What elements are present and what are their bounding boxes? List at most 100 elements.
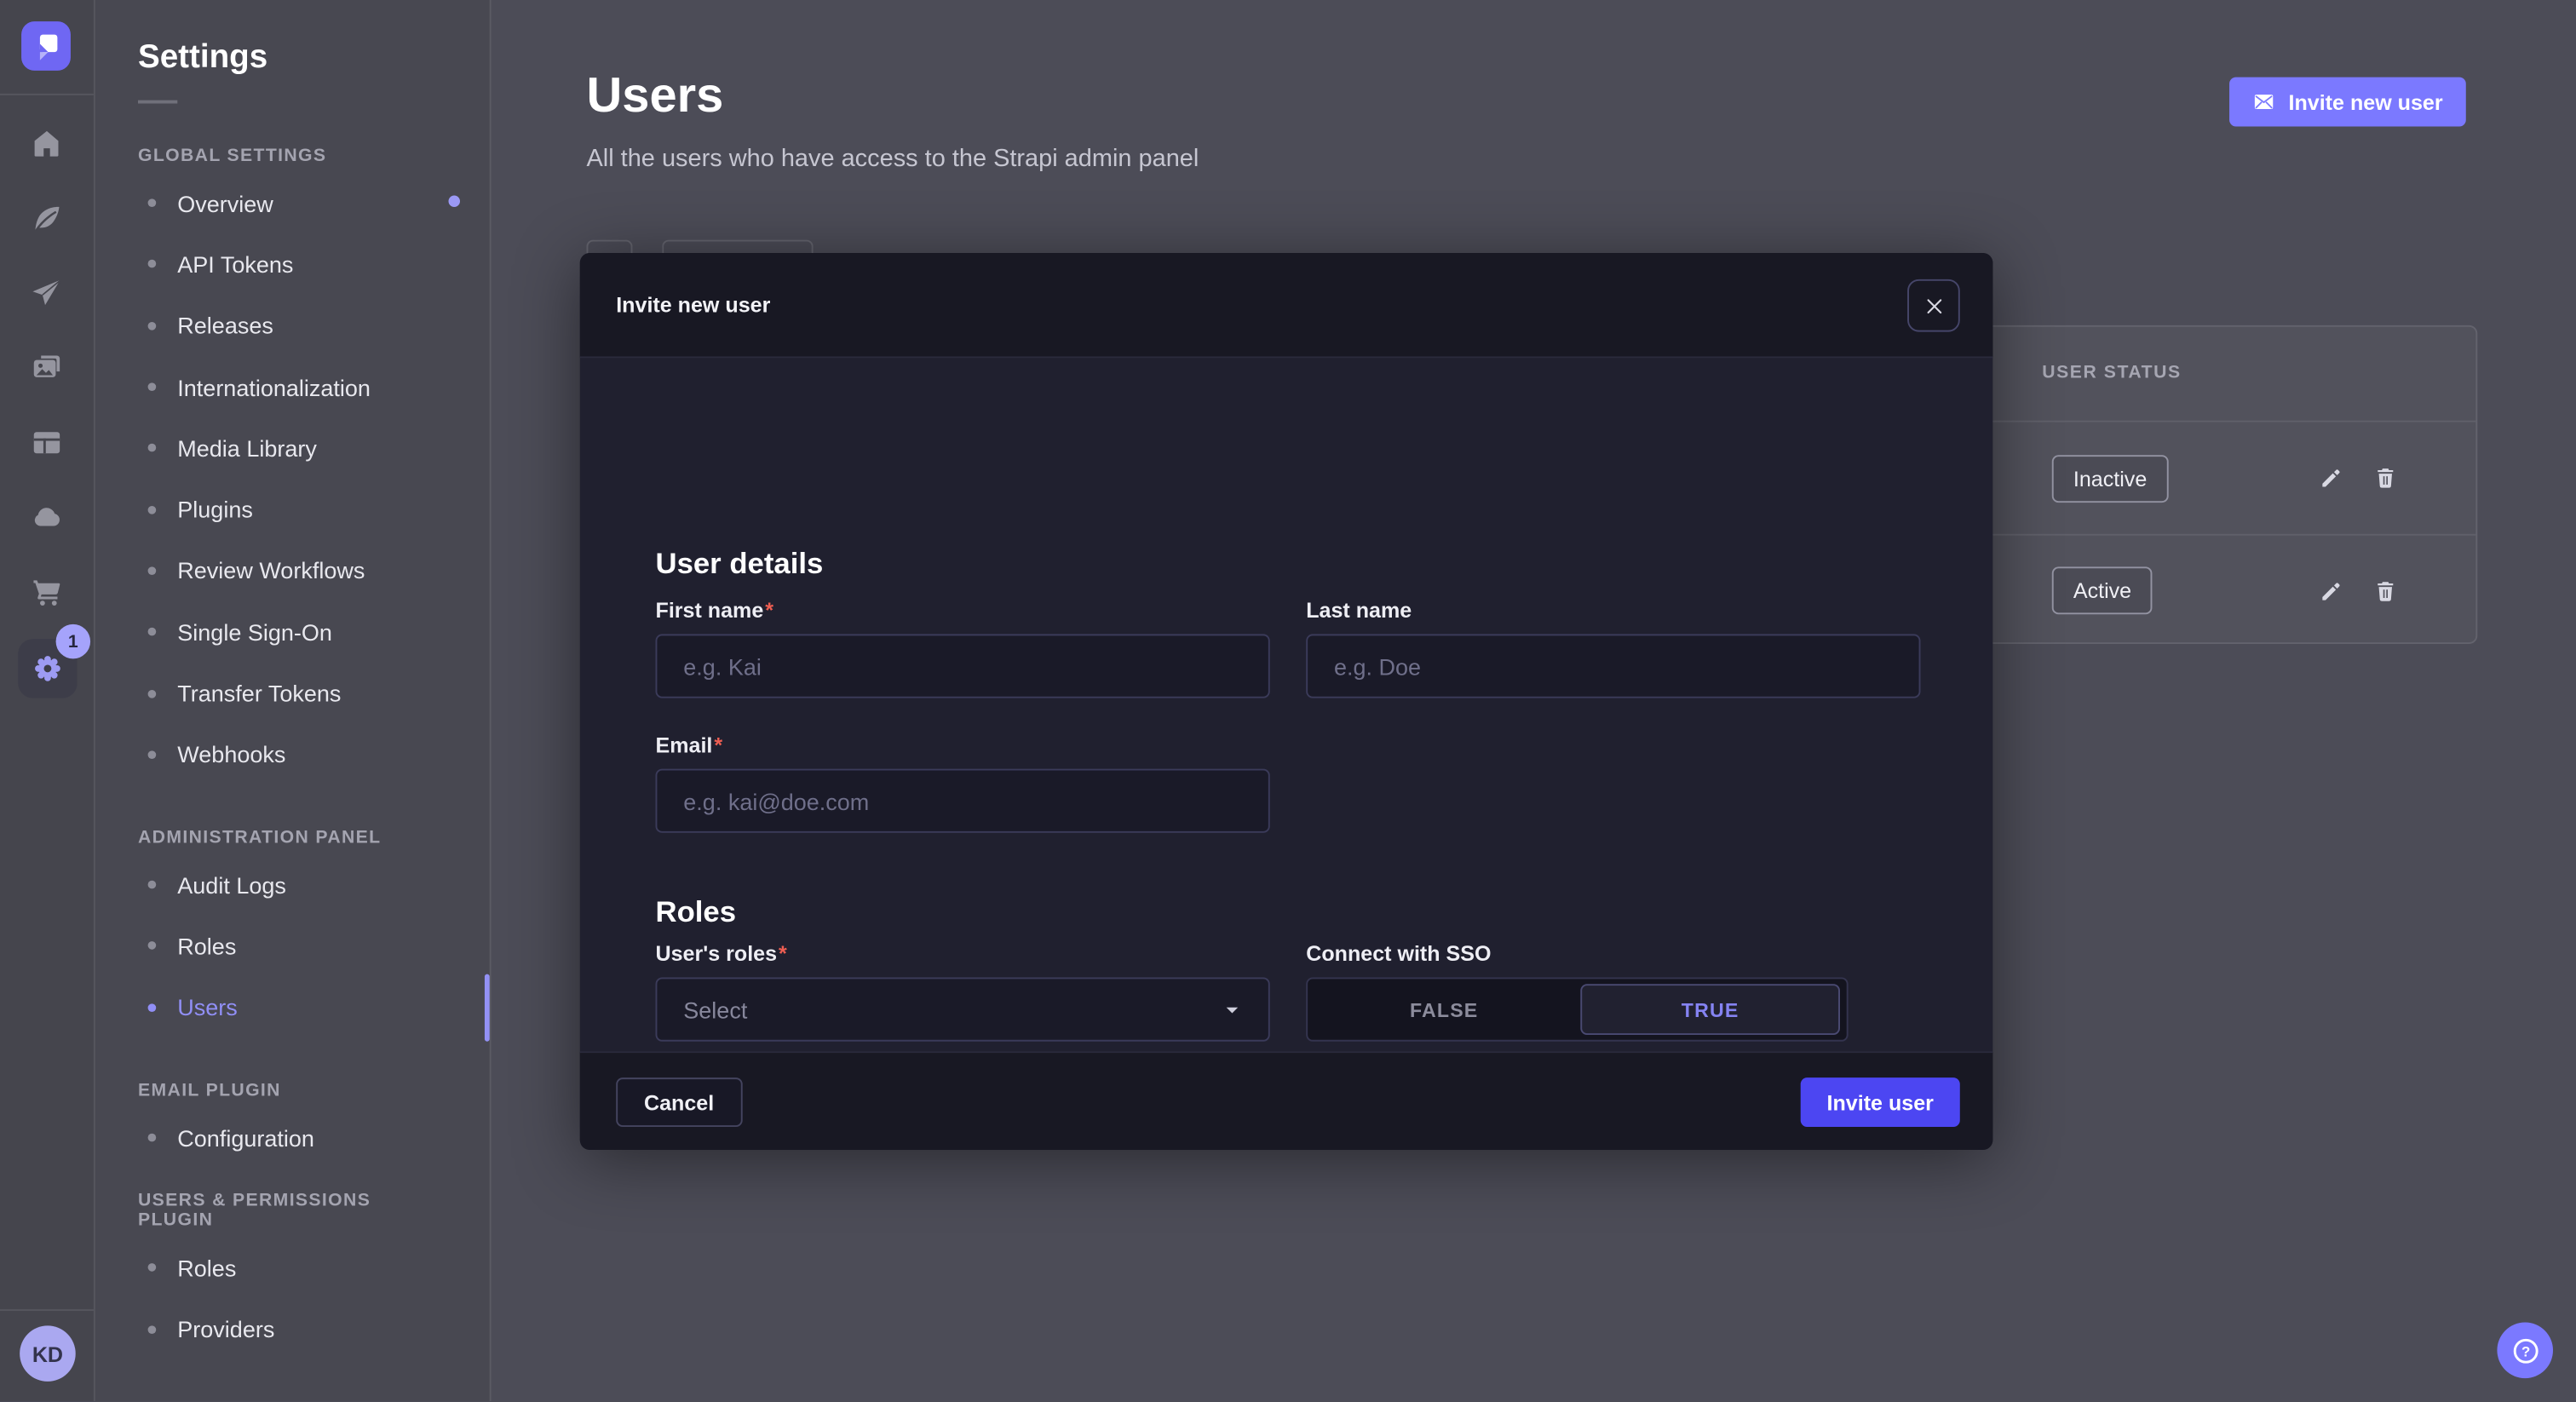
strapi-logo[interactable]	[21, 21, 71, 71]
sidebar-item-label: Review Workflows	[177, 558, 365, 584]
pencil-icon	[2318, 577, 2344, 604]
sidebar-item-media-library[interactable]: Media Library	[138, 417, 450, 479]
sidebar-item-label: Internationalization	[177, 374, 371, 400]
notification-dot	[448, 195, 460, 206]
mail-icon	[2252, 90, 2275, 113]
sidebar-title: Settings	[138, 39, 450, 77]
strapi-admin: 1 KD Settings GLOBAL SETTINGSOverviewAPI…	[0, 0, 2576, 1402]
page-title: Users	[586, 69, 723, 125]
sidebar-item-plugins[interactable]: Plugins	[138, 479, 450, 540]
sidebar-item-overview[interactable]: Overview	[138, 172, 450, 233]
sso-toggle: FALSE TRUE	[1306, 977, 1848, 1041]
nav-section-header: ADMINISTRATION PANEL	[138, 805, 450, 854]
roles-select[interactable]: Select	[655, 977, 1269, 1041]
edit-button[interactable]	[2318, 465, 2344, 491]
column-header-user-status: USER STATUS	[2042, 363, 2182, 382]
invite-user-submit-button[interactable]: Invite user	[1801, 1077, 1960, 1127]
sso-option-true[interactable]: TRUE	[1580, 984, 1840, 1035]
modal-footer: Cancel Invite user	[580, 1051, 1993, 1150]
bullet-icon	[148, 689, 157, 698]
sidebar-item-label: Audit Logs	[177, 871, 286, 898]
page-subtitle: All the users who have access to the Str…	[586, 145, 1199, 173]
nav-rail: 1 KD	[0, 0, 95, 1402]
invite-new-user-label: Invite new user	[2288, 89, 2442, 114]
trash-icon	[2372, 577, 2399, 604]
email-field[interactable]	[655, 769, 1269, 833]
invite-new-user-button[interactable]: Invite new user	[2229, 78, 2466, 127]
bullet-icon	[148, 566, 157, 575]
media-icon	[30, 350, 64, 384]
help-button[interactable]: ?	[2497, 1322, 2553, 1378]
delete-button[interactable]	[2372, 465, 2399, 491]
feather-icon	[30, 201, 64, 235]
rail-button-home[interactable]	[0, 106, 94, 181]
rail-button-send[interactable]	[0, 256, 94, 330]
sidebar-item-roles[interactable]: Roles	[138, 1238, 450, 1299]
users-roles-label: User's roles*	[655, 941, 786, 966]
first-name-field[interactable]	[655, 634, 1269, 698]
modal-title: Invite new user	[616, 292, 770, 317]
nav-section-header: USERS & PERMISSIONS PLUGIN	[138, 1188, 450, 1238]
sidebar-item-transfer-tokens[interactable]: Transfer Tokens	[138, 663, 450, 724]
sidebar-item-label: Configuration	[177, 1124, 314, 1151]
gear-icon	[30, 651, 66, 687]
edit-button[interactable]	[2318, 577, 2344, 604]
sidebar-item-label: Releases	[177, 313, 273, 339]
sidebar-item-label: Single Sign-On	[177, 619, 332, 646]
chevron-down-icon	[1222, 1000, 1242, 1020]
roles-select-value: Select	[683, 997, 747, 1023]
status-badge: Inactive	[2052, 454, 2169, 502]
rail-button-cloud[interactable]	[0, 480, 94, 554]
pencil-icon	[2318, 465, 2344, 491]
rail-button-cart[interactable]	[0, 554, 94, 629]
rail-button-layout[interactable]	[0, 405, 94, 480]
sidebar-item-internationalization[interactable]: Internationalization	[138, 356, 450, 417]
sidebar-item-single-sign-on[interactable]: Single Sign-On	[138, 601, 450, 663]
sidebar-item-settings[interactable]: 1	[18, 639, 77, 698]
sidebar-item-review-workflows[interactable]: Review Workflows	[138, 540, 450, 601]
bullet-icon	[148, 1325, 157, 1334]
sidebar-item-releases[interactable]: Releases	[138, 295, 450, 356]
sidebar-item-users[interactable]: Users	[138, 977, 450, 1038]
sidebar-item-label: Roles	[177, 933, 236, 959]
bullet-icon	[148, 942, 157, 951]
rail-button-feather[interactable]	[0, 181, 94, 256]
last-name-field[interactable]	[1306, 634, 1920, 698]
avatar[interactable]: KD	[20, 1325, 76, 1382]
bullet-icon	[148, 382, 157, 391]
trash-icon	[2372, 465, 2399, 491]
sidebar-item-configuration[interactable]: Configuration	[138, 1107, 450, 1169]
sidebar-item-label: Providers	[177, 1316, 274, 1342]
sidebar-item-label: Plugins	[177, 497, 253, 523]
sidebar-item-webhooks[interactable]: Webhooks	[138, 724, 450, 785]
sidebar-item-label: API Tokens	[177, 251, 293, 278]
sidebar-item-label: Roles	[177, 1255, 236, 1281]
cancel-button[interactable]: Cancel	[616, 1077, 742, 1127]
bullet-icon	[148, 321, 157, 330]
rail-button-media[interactable]	[0, 330, 94, 405]
invite-user-modal: Invite new user User details First name*…	[580, 253, 1993, 1150]
svg-text:?: ?	[2521, 1342, 2529, 1359]
send-icon	[30, 276, 64, 310]
close-button[interactable]	[1907, 279, 1960, 332]
sidebar-item-audit-logs[interactable]: Audit Logs	[138, 854, 450, 916]
bullet-icon	[148, 628, 157, 636]
required-asterisk: *	[714, 733, 722, 757]
close-icon	[1923, 295, 1944, 316]
delete-button[interactable]	[2372, 577, 2399, 604]
divider	[0, 94, 94, 95]
sidebar-item-label: Transfer Tokens	[177, 680, 341, 706]
connect-sso-label: Connect with SSO	[1306, 941, 1491, 966]
sidebar-item-api-tokens[interactable]: API Tokens	[138, 233, 450, 295]
sidebar-item-providers[interactable]: Providers	[138, 1298, 450, 1359]
sidebar-item-roles[interactable]: Roles	[138, 916, 450, 977]
last-name-label: Last name	[1306, 598, 1412, 623]
cloud-icon	[30, 500, 64, 534]
settings-sidebar: Settings GLOBAL SETTINGSOverviewAPI Toke…	[95, 0, 492, 1402]
sidebar-item-label: Overview	[177, 190, 273, 216]
bullet-icon	[148, 261, 157, 269]
first-name-label: First name*	[655, 598, 773, 623]
sso-option-false[interactable]: FALSE	[1308, 979, 1580, 1039]
bullet-icon	[148, 881, 157, 889]
cart-icon	[30, 574, 64, 608]
